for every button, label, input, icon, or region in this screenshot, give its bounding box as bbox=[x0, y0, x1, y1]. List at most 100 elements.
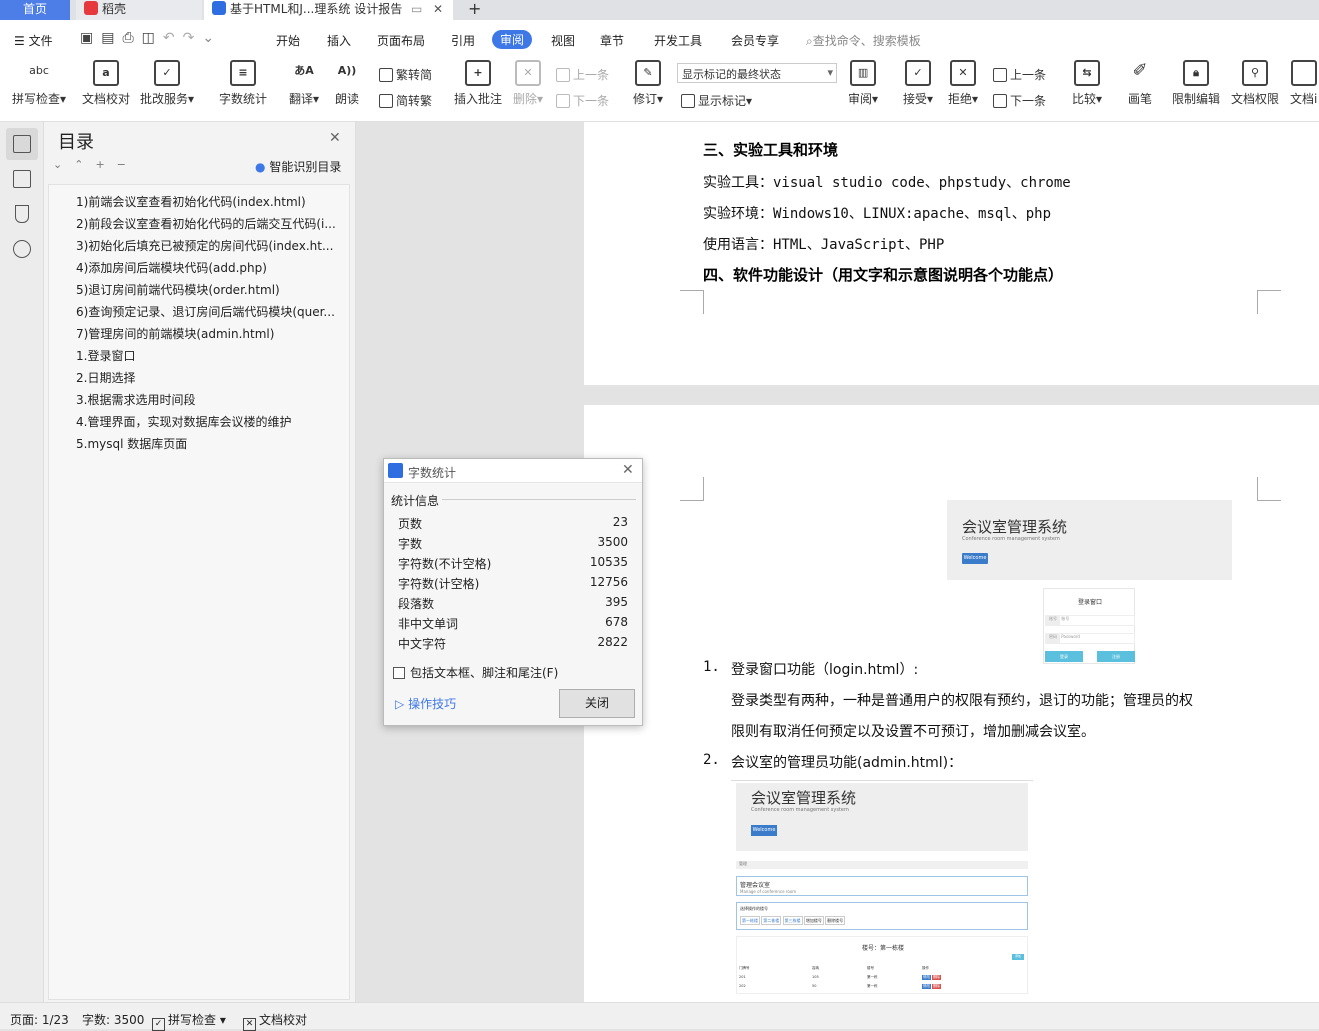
toc-nav-icon[interactable] bbox=[13, 135, 31, 153]
checkbox-icon[interactable] bbox=[393, 667, 405, 679]
window-icon[interactable]: ▭ bbox=[411, 0, 422, 19]
toc-item[interactable]: 2)前段会议室查看初始化代码的后端交互代码(i... bbox=[76, 215, 341, 232]
undo-icon[interactable]: ↶ bbox=[163, 30, 183, 46]
restrict-edit-button[interactable]: 🔒︎ 限制编辑 bbox=[1172, 60, 1220, 107]
read-aloud-button[interactable]: A)) 朗读 bbox=[334, 60, 360, 107]
next-change-button[interactable]: 下一条 bbox=[993, 92, 1046, 109]
menu-review[interactable]: 审阅 bbox=[492, 30, 533, 49]
tab-daoke[interactable]: 稻壳 bbox=[76, 0, 202, 20]
smart-toc-button[interactable]: ● 智能识别目录 bbox=[255, 158, 341, 175]
toc-item[interactable]: 4)添加房间后端模块代码(add.php) bbox=[76, 259, 341, 276]
admin-shot-subtitle: Conference room management system bbox=[751, 807, 849, 813]
menu-file[interactable]: ☰ 文件 bbox=[14, 32, 53, 49]
stat-value: 23 bbox=[612, 515, 628, 529]
preview-icon[interactable]: ◫ bbox=[142, 30, 163, 46]
prev-change-button[interactable]: 上一条 bbox=[993, 66, 1046, 83]
lang-label: 使用语言： bbox=[703, 237, 773, 253]
search-nav-icon[interactable] bbox=[13, 240, 31, 258]
expand-icon[interactable]: ⌃ bbox=[74, 158, 95, 171]
toc-item[interactable]: 7)管理房间的前端模块(admin.html) bbox=[76, 325, 341, 342]
quick-access-icons[interactable]: ▣▤⎙◫↶↷⌄ bbox=[80, 30, 222, 46]
translate-icon: あA bbox=[294, 64, 314, 77]
batch-service-icon: ✓ bbox=[154, 60, 181, 86]
stat-row: 字符数(计空格) 12756 bbox=[398, 575, 628, 592]
tips-link[interactable]: ▷ 操作技巧 bbox=[395, 695, 456, 712]
save-icon[interactable]: ▣ bbox=[80, 30, 101, 46]
toc-item[interactable]: 5)退订房间前端代码模块(order.html) bbox=[76, 281, 341, 298]
include-textbox-checkbox[interactable]: 包括文本框、脚注和尾注(F) bbox=[393, 664, 558, 681]
menu-insert[interactable]: 插入 bbox=[327, 32, 351, 49]
dialog-titlebar[interactable]: 字数统计 ✕ bbox=[384, 459, 642, 483]
show-markup-button[interactable]: 显示标记▾ bbox=[681, 92, 752, 109]
doc-permission-button[interactable]: ⚲ 文档权限 bbox=[1231, 60, 1279, 107]
menu-layout[interactable]: 页面布局 bbox=[377, 32, 425, 49]
compare-button[interactable]: ⇆ 比较▾ bbox=[1072, 60, 1102, 107]
menu-view[interactable]: 视图 bbox=[551, 32, 575, 49]
toc-item[interactable]: 4.管理界面，实现对数据库会议楼的维护 bbox=[76, 413, 341, 430]
env-line: 实验环境：Windows10、LINUX:apache、msql、php bbox=[703, 203, 1051, 223]
toc-item[interactable]: 3)初始化后填充已被预定的房间代码(index.ht... bbox=[76, 237, 341, 254]
spell-check-button[interactable]: abc 拼写检查▾ bbox=[12, 60, 66, 107]
word-count-button[interactable]: ≡ 字数统计 bbox=[219, 60, 267, 107]
spell-check-status[interactable]: ✓ 拼写检查 ▾ bbox=[152, 1011, 226, 1031]
menu-devtools[interactable]: 开发工具 bbox=[654, 32, 702, 49]
collapse-icon[interactable]: ⌄ bbox=[53, 158, 74, 171]
command-search[interactable]: ⌕查找命令、搜索模板 bbox=[806, 32, 921, 49]
list-item-1-desc: 登录类型有两种，一种是普通用户的权限有预约，退订的功能；管理员的权 bbox=[731, 693, 1193, 709]
print-icon[interactable]: ⎙ bbox=[122, 30, 141, 46]
toc-item[interactable]: 5.mysql 数据库页面 bbox=[76, 435, 341, 452]
bookmark-icon[interactable] bbox=[15, 205, 29, 223]
doc-check-button[interactable]: a 文档校对 bbox=[82, 60, 130, 107]
trad-to-simp-button[interactable]: 繁转简 bbox=[379, 66, 432, 83]
login-form-screenshot: 登录窗口 账号 账号 密码 Password 登录 注册 bbox=[1043, 588, 1135, 664]
tab-document[interactable]: 基于HTML和J...理系统 设计报告 ▭ ✕ bbox=[204, 0, 453, 20]
stat-label: 字符数(不计空格) bbox=[398, 557, 492, 571]
close-dialog-button[interactable]: 关闭 bbox=[559, 689, 635, 718]
stat-row: 字符数(不计空格) 10535 bbox=[398, 555, 628, 572]
table-cell: 50 bbox=[812, 984, 817, 988]
add-icon[interactable]: + bbox=[95, 158, 116, 171]
word-count-status[interactable]: 字数: 3500 bbox=[82, 1011, 144, 1028]
accept-button[interactable]: ✓ 接受▾ bbox=[903, 60, 933, 107]
markup-state-select[interactable]: 显示标记的最终状态 ▾ bbox=[677, 63, 837, 83]
insert-comment-button[interactable]: + 插入批注 bbox=[454, 60, 502, 107]
menu-chapter[interactable]: 章节 bbox=[600, 32, 624, 49]
next-change-icon bbox=[993, 94, 1007, 108]
more-icon[interactable]: ⌄ bbox=[202, 30, 222, 46]
translate-button[interactable]: あA 翻译▾ bbox=[289, 60, 319, 107]
revise-button[interactable]: ✎ 修订▾ bbox=[633, 60, 663, 107]
row-delete-btn: 删除 bbox=[932, 984, 941, 989]
new-tab-button[interactable]: + bbox=[460, 0, 481, 20]
login-pass-placeholder: Password bbox=[1061, 634, 1080, 639]
toc-item[interactable]: 1)前端会议室查看初始化代码(index.html) bbox=[76, 193, 341, 210]
toc-item[interactable]: 1.登录窗口 bbox=[76, 347, 341, 364]
redo-icon[interactable]: ↷ bbox=[183, 30, 203, 46]
tab-home[interactable]: 首页 bbox=[0, 0, 70, 20]
pen-button[interactable]: ✐ 画笔 bbox=[1127, 60, 1153, 107]
toc-tree-controls[interactable]: ⌄⌃+− bbox=[53, 158, 138, 171]
close-icon[interactable]: ✕ bbox=[622, 462, 634, 478]
reject-button[interactable]: ✕ 拒绝▾ bbox=[948, 60, 978, 107]
delete-comment-button[interactable]: ✕ 删除▾ bbox=[513, 60, 543, 107]
simp-to-trad-button[interactable]: 简转繁 bbox=[379, 92, 432, 109]
menu-member[interactable]: 会员专享 bbox=[731, 32, 779, 49]
stat-value: 12756 bbox=[589, 575, 628, 589]
menu-reference[interactable]: 引用 bbox=[451, 32, 475, 49]
remove-icon[interactable]: − bbox=[117, 158, 138, 171]
toc-item[interactable]: 3.根据需求选用时间段 bbox=[76, 391, 341, 408]
doc-more-button[interactable]: 文档i bbox=[1290, 60, 1317, 107]
review-pane-button[interactable]: ▥ 审阅▾ bbox=[848, 60, 878, 107]
doc-check-status[interactable]: ✕ 文档校对 bbox=[243, 1011, 307, 1031]
insert-comment-label: 插入批注 bbox=[454, 92, 503, 106]
batch-service-button[interactable]: ✓ 批改服务▾ bbox=[140, 60, 194, 107]
prev-comment-button[interactable]: 上一条 bbox=[556, 66, 609, 83]
close-icon[interactable]: ✕ bbox=[329, 130, 341, 146]
chapter-nav-icon[interactable] bbox=[13, 170, 31, 188]
toc-item[interactable]: 2.日期选择 bbox=[76, 369, 341, 386]
export-icon[interactable]: ▤ bbox=[101, 30, 122, 46]
close-tab-icon[interactable]: ✕ bbox=[433, 0, 443, 19]
menu-start[interactable]: 开始 bbox=[276, 32, 300, 49]
page-indicator[interactable]: 页面: 1/23 bbox=[10, 1011, 69, 1028]
next-comment-button[interactable]: 下一条 bbox=[556, 92, 609, 109]
toc-item[interactable]: 6)查询预定记录、退订房间后端代码模块(quer... bbox=[76, 303, 341, 320]
